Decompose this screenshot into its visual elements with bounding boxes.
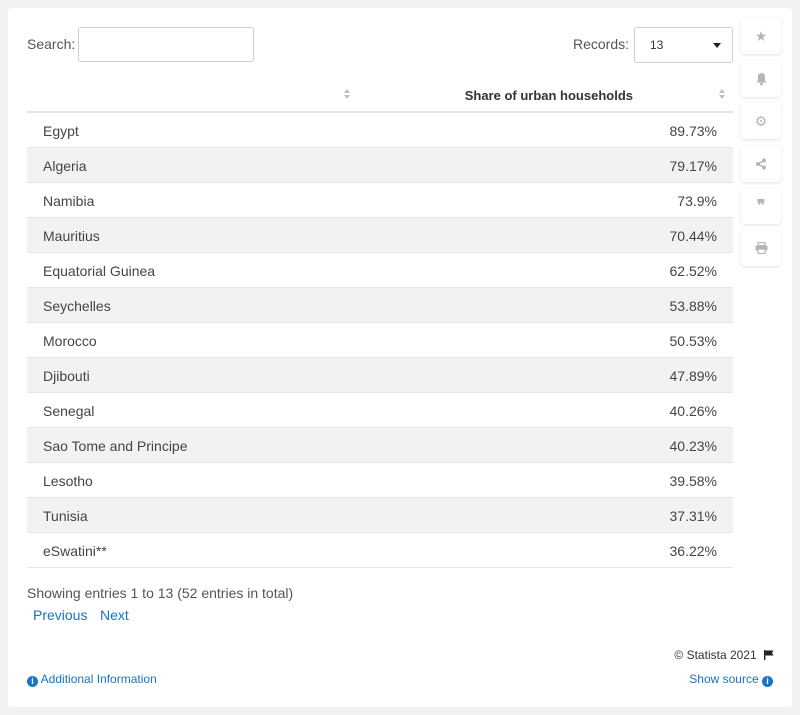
search-label: Search: bbox=[27, 36, 76, 52]
cell-country: Tunisia bbox=[43, 508, 88, 524]
print-icon bbox=[755, 242, 767, 254]
search-input[interactable] bbox=[78, 27, 254, 62]
cell-country: Equatorial Guinea bbox=[43, 263, 156, 279]
table-row: Morocco 50.53% bbox=[27, 323, 733, 358]
additional-information-link[interactable]: i Additional Information bbox=[27, 672, 157, 687]
column-header-country[interactable] bbox=[27, 80, 357, 111]
sort-icon[interactable] bbox=[719, 89, 726, 101]
info-icon: i bbox=[27, 676, 38, 687]
notification-button[interactable] bbox=[741, 61, 781, 97]
column-header-share[interactable]: Share of urban households bbox=[465, 88, 633, 103]
cell-country: eSwatini** bbox=[43, 543, 107, 559]
table-row: Senegal 40.26% bbox=[27, 393, 733, 428]
cell-share: 37.31% bbox=[669, 508, 717, 524]
star-icon: ★ bbox=[754, 27, 768, 44]
cite-button[interactable]: ❞ bbox=[741, 188, 781, 224]
quote-icon: ❞ bbox=[756, 198, 766, 215]
table-header: Share of urban households bbox=[27, 80, 733, 113]
table-row: Seychelles 53.88% bbox=[27, 288, 733, 323]
settings-button[interactable]: ⚙ bbox=[741, 103, 781, 139]
cell-share: 62.52% bbox=[669, 263, 717, 279]
table-row: Equatorial Guinea 62.52% bbox=[27, 253, 733, 288]
caret-down-icon bbox=[713, 43, 721, 48]
gear-icon: ⚙ bbox=[754, 112, 768, 129]
cell-country: Morocco bbox=[43, 333, 97, 349]
flag-icon[interactable] bbox=[764, 650, 774, 660]
cell-country: Lesotho bbox=[43, 473, 93, 489]
table-row: eSwatini** 36.22% bbox=[27, 533, 733, 568]
table-row: Algeria 79.17% bbox=[27, 148, 733, 183]
sort-icon[interactable] bbox=[344, 89, 351, 101]
records-label: Records: bbox=[573, 36, 630, 52]
cell-share: 50.53% bbox=[669, 333, 717, 349]
share-icon bbox=[756, 158, 766, 170]
next-link[interactable]: Next bbox=[100, 607, 129, 623]
cell-share: 70.44% bbox=[669, 228, 717, 244]
additional-information-label: Additional Information bbox=[40, 672, 157, 686]
previous-link[interactable]: Previous bbox=[33, 607, 87, 623]
bell-icon bbox=[756, 73, 766, 86]
copyright: © Statista 2021 bbox=[674, 648, 774, 662]
cell-country: Sao Tome and Principe bbox=[43, 438, 188, 454]
table-row: Tunisia 37.31% bbox=[27, 498, 733, 533]
cell-share: 53.88% bbox=[669, 298, 717, 314]
data-table: Share of urban households Egypt 89.73% Alg… bbox=[27, 80, 733, 568]
table-row: Lesotho 39.58% bbox=[27, 463, 733, 498]
cell-country: Djibouti bbox=[43, 368, 90, 384]
cell-share: 79.17% bbox=[669, 158, 717, 174]
table-row: Sao Tome and Principe 40.23% bbox=[27, 428, 733, 463]
records-select[interactable]: 13 bbox=[634, 27, 733, 63]
cell-share: 89.73% bbox=[669, 123, 717, 139]
print-button[interactable] bbox=[741, 230, 781, 266]
show-source-link[interactable]: Show source i bbox=[689, 672, 773, 687]
copyright-text: © Statista 2021 bbox=[674, 648, 757, 662]
cell-country: Namibia bbox=[43, 193, 95, 209]
cell-country: Algeria bbox=[43, 158, 87, 174]
show-source-label: Show source bbox=[689, 672, 759, 686]
info-icon: i bbox=[762, 676, 773, 687]
favorite-button[interactable]: ★ bbox=[741, 18, 781, 54]
cell-country: Senegal bbox=[43, 403, 95, 419]
cell-country: Seychelles bbox=[43, 298, 111, 314]
cell-share: 40.26% bbox=[669, 403, 717, 419]
cell-share: 36.22% bbox=[669, 543, 717, 559]
table-row: Mauritius 70.44% bbox=[27, 218, 733, 253]
share-button[interactable] bbox=[741, 146, 781, 182]
entries-info: Showing entries 1 to 13 (52 entries in t… bbox=[27, 585, 294, 601]
records-value: 13 bbox=[650, 38, 664, 52]
cell-share: 73.9% bbox=[677, 193, 717, 209]
table-body: Egypt 89.73% Algeria 79.17% Namibia 73.9% Maur… bbox=[27, 113, 733, 568]
table-row: Djibouti 47.89% bbox=[27, 358, 733, 393]
cell-country: Mauritius bbox=[43, 228, 100, 244]
table-row: Namibia 73.9% bbox=[27, 183, 733, 218]
cell-share: 40.23% bbox=[669, 438, 717, 454]
cell-share: 47.89% bbox=[669, 368, 717, 384]
cell-share: 39.58% bbox=[669, 473, 717, 489]
cell-country: Egypt bbox=[43, 123, 79, 139]
table-row: Egypt 89.73% bbox=[27, 113, 733, 148]
